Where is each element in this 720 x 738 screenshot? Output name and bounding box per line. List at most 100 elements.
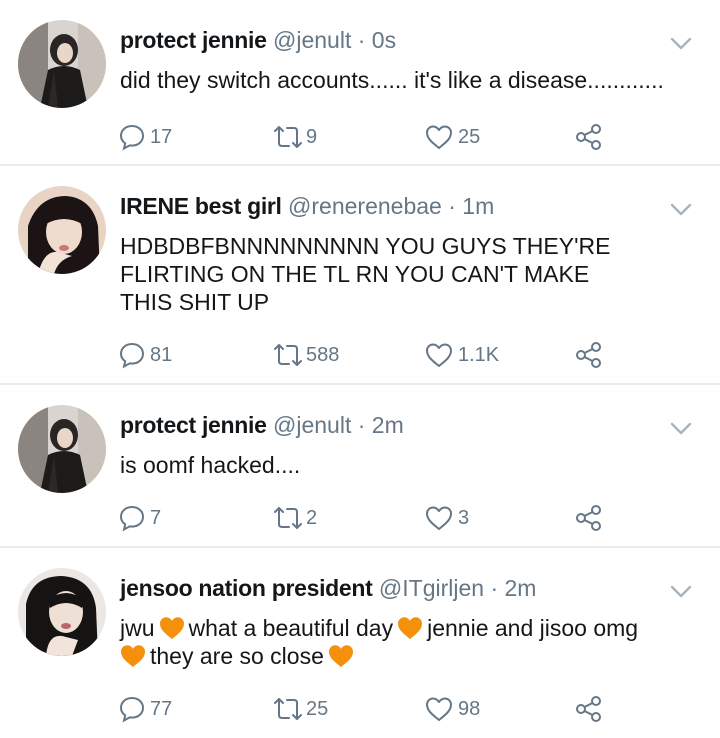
chevron-down-icon[interactable] bbox=[668, 196, 694, 222]
handle[interactable]: @renerenebae bbox=[288, 193, 442, 219]
like-count: 3 bbox=[458, 506, 470, 529]
separator-dot: · bbox=[490, 575, 499, 601]
separator-dot: · bbox=[357, 412, 366, 438]
tweet-header: protect jennie @jenult · 2m bbox=[120, 411, 404, 439]
retweet-count: 588 bbox=[306, 343, 340, 366]
retweet-icon bbox=[270, 123, 306, 151]
retweet-button[interactable]: 588 bbox=[270, 340, 339, 370]
avatar[interactable] bbox=[18, 568, 106, 656]
orange-heart-emoji bbox=[120, 644, 146, 668]
tweet-actions: 7 2 3 bbox=[118, 503, 618, 533]
tweet-header: IRENE best girl @renerenebae · 1m bbox=[120, 192, 494, 220]
retweet-icon bbox=[270, 341, 306, 369]
avatar[interactable] bbox=[18, 20, 106, 108]
tweet-actions: 17 9 25 bbox=[118, 122, 618, 152]
tweet-text: HDBDBFBNNNNNNNNN YOU GUYS THEY'RE FLIRTI… bbox=[120, 232, 700, 316]
like-button[interactable]: 25 bbox=[424, 122, 480, 152]
reply-icon bbox=[118, 341, 146, 369]
tweet[interactable]: protect jennie @jenult · 2m is oomf hack… bbox=[0, 385, 720, 548]
retweet-icon bbox=[270, 504, 306, 532]
share-button[interactable] bbox=[574, 694, 604, 724]
reply-count: 77 bbox=[150, 697, 173, 720]
like-count: 1.1K bbox=[458, 343, 500, 366]
tweet-text: did they switch accounts...... it's like… bbox=[120, 66, 700, 94]
like-button[interactable]: 1.1K bbox=[424, 340, 499, 370]
reply-icon bbox=[118, 695, 146, 723]
avatar[interactable] bbox=[18, 186, 106, 274]
tweet-text-segment: they are so close bbox=[150, 643, 324, 669]
tweet-text-line: is oomf hacked.... bbox=[120, 452, 301, 478]
like-count: 98 bbox=[458, 697, 481, 720]
handle[interactable]: @ITgirljen bbox=[379, 575, 484, 601]
tweet[interactable]: jensoo nation president @ITgirljen · 2m … bbox=[0, 548, 720, 738]
chevron-down-icon[interactable] bbox=[668, 30, 694, 56]
tweet-header: protect jennie @jenult · 0s bbox=[120, 26, 396, 54]
reply-count: 17 bbox=[150, 125, 173, 148]
display-name[interactable]: protect jennie bbox=[120, 412, 267, 438]
tweet-text-line: did they switch accounts...... it's like… bbox=[120, 67, 664, 93]
tweet-actions: 77 25 98 bbox=[118, 694, 618, 724]
reply-button[interactable]: 81 bbox=[118, 340, 172, 370]
display-name[interactable]: jensoo nation president bbox=[120, 575, 373, 601]
share-icon bbox=[574, 122, 604, 152]
orange-heart-emoji bbox=[159, 616, 185, 640]
separator-dot: · bbox=[357, 27, 366, 53]
reply-button[interactable]: 7 bbox=[118, 503, 161, 533]
tweet-feed: protect jennie @jenult · 0s did they swi… bbox=[0, 0, 720, 738]
reply-count: 81 bbox=[150, 343, 173, 366]
tweet-text-segment: what a beautiful day bbox=[188, 615, 394, 641]
display-name[interactable]: IRENE best girl bbox=[120, 193, 282, 219]
tweet-actions: 81 588 1.1K bbox=[118, 340, 618, 370]
tweet-text-line: jwu what a beautiful day jennie and jisoo … bbox=[120, 614, 700, 642]
tweet-text-line: HDBDBFBNNNNNNNNN YOU GUYS THEY'RE bbox=[120, 233, 611, 259]
tweet[interactable]: protect jennie @jenult · 0s did they swi… bbox=[0, 0, 720, 166]
retweet-button[interactable]: 9 bbox=[270, 122, 317, 152]
reply-icon bbox=[118, 504, 146, 532]
avatar[interactable] bbox=[18, 405, 106, 493]
share-button[interactable] bbox=[574, 340, 604, 370]
tweet-text-segment: jwu bbox=[120, 615, 155, 641]
reply-icon bbox=[118, 123, 146, 151]
retweet-icon bbox=[270, 695, 306, 723]
tweet-text-segment: jennie and jisoo omg bbox=[427, 615, 639, 641]
orange-heart-emoji bbox=[328, 644, 354, 668]
timestamp[interactable]: 2m bbox=[505, 575, 537, 601]
retweet-count: 9 bbox=[306, 125, 318, 148]
heart-outline-icon bbox=[424, 504, 454, 532]
heart-outline-icon bbox=[424, 341, 454, 369]
share-button[interactable] bbox=[574, 122, 604, 152]
tweet[interactable]: IRENE best girl @renerenebae · 1m HDBDBF… bbox=[0, 166, 720, 385]
like-button[interactable]: 3 bbox=[424, 503, 469, 533]
timestamp[interactable]: 0s bbox=[372, 27, 396, 53]
share-icon bbox=[574, 694, 604, 724]
tweet-text: is oomf hacked.... bbox=[120, 451, 700, 479]
reply-button[interactable]: 17 bbox=[118, 122, 172, 152]
tweet-text-line: THIS SHIT UP bbox=[120, 289, 270, 315]
tweet-text-line: they are so close bbox=[120, 642, 700, 670]
like-button[interactable]: 98 bbox=[424, 694, 480, 724]
timestamp[interactable]: 2m bbox=[372, 412, 404, 438]
retweet-count: 25 bbox=[306, 697, 329, 720]
tweet-header: jensoo nation president @ITgirljen · 2m bbox=[120, 574, 536, 602]
share-icon bbox=[574, 340, 604, 370]
reply-count: 7 bbox=[150, 506, 162, 529]
retweet-count: 2 bbox=[306, 506, 318, 529]
heart-outline-icon bbox=[424, 695, 454, 723]
reply-button[interactable]: 77 bbox=[118, 694, 172, 724]
chevron-down-icon[interactable] bbox=[668, 415, 694, 441]
retweet-button[interactable]: 25 bbox=[270, 694, 328, 724]
chevron-down-icon[interactable] bbox=[668, 578, 694, 604]
display-name[interactable]: protect jennie bbox=[120, 27, 267, 53]
share-button[interactable] bbox=[574, 503, 604, 533]
timestamp[interactable]: 1m bbox=[462, 193, 494, 219]
separator-dot: · bbox=[448, 193, 456, 219]
orange-heart-emoji bbox=[397, 616, 423, 640]
share-icon bbox=[574, 503, 604, 533]
like-count: 25 bbox=[458, 125, 481, 148]
handle[interactable]: @jenult bbox=[273, 412, 351, 438]
handle[interactable]: @jenult bbox=[273, 27, 351, 53]
heart-outline-icon bbox=[424, 123, 454, 151]
tweet-text: jwu what a beautiful day jennie and jisoo … bbox=[120, 614, 700, 670]
tweet-text-line: FLIRTING ON THE TL RN YOU CAN'T MAKE bbox=[120, 261, 590, 287]
retweet-button[interactable]: 2 bbox=[270, 503, 317, 533]
